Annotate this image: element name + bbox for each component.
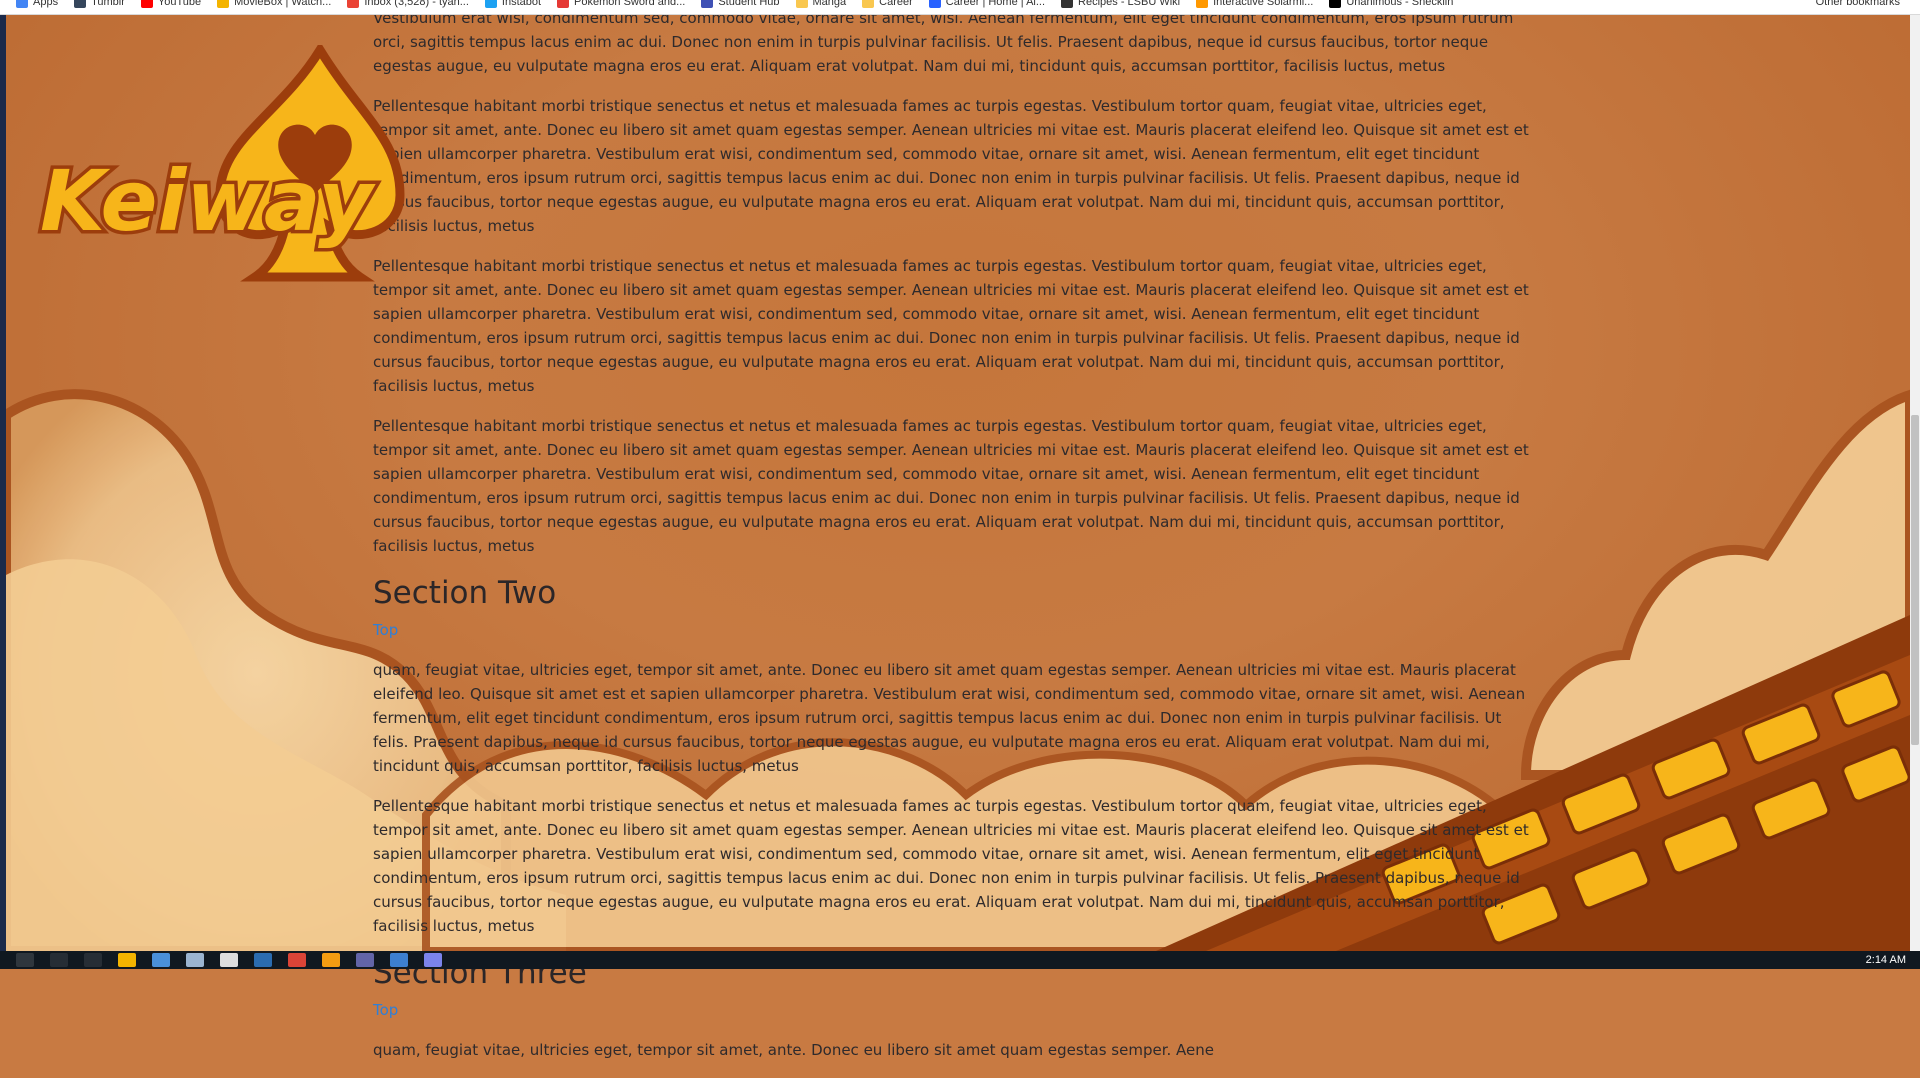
bookmark-item[interactable]: Recipes - LSBU Wiki (1061, 0, 1180, 9)
app-icon[interactable] (424, 953, 442, 967)
bookmark-icon (74, 0, 87, 8)
bookmark-icon (1196, 0, 1209, 8)
bookmark-label: Interactive Solarmi... (1213, 0, 1314, 8)
logo-art: Keiway (37, 41, 405, 282)
store-icon[interactable] (152, 953, 170, 967)
bookmark-item[interactable]: YouTube (140, 0, 202, 9)
file-explorer-icon[interactable] (118, 953, 136, 967)
task-view-icon[interactable] (84, 953, 102, 967)
bookmark-item[interactable]: Inbox (3,528) - tyah... (347, 0, 469, 9)
other-bookmarks[interactable]: Other bookmarks (1816, 0, 1900, 9)
bookmark-label: Instabot (501, 0, 542, 8)
bookmark-label: Career (879, 0, 913, 8)
app-icon[interactable] (322, 953, 340, 967)
bookmark-icon (217, 0, 230, 8)
paragraph: Pellentesque habitant morbi tristique se… (373, 797, 1529, 935)
bookmark-item[interactable]: Student Hub (701, 0, 780, 9)
bookmark-label: Manga (812, 0, 847, 8)
bookmark-item[interactable]: MovieBox | Watch... (217, 0, 331, 9)
paragraph: quam, feugiat vitae, ultricies eget, tem… (373, 661, 1526, 775)
bookmark-item[interactable]: Pokémon Sword and... (557, 0, 685, 9)
clock[interactable]: 2:14 AM (1866, 954, 1906, 966)
bookmark-label: MovieBox | Watch... (234, 0, 332, 8)
paragraph: Pellentesque habitant morbi tristique se… (373, 417, 1529, 555)
bookmark-item[interactable]: Interactive Solarmi... (1196, 0, 1313, 9)
section-two-heading: Section Two (373, 575, 557, 611)
bookmark-label: Tumblr (91, 0, 125, 8)
bookmark-icon (140, 0, 153, 8)
bookmark-item[interactable]: Career | Home | Al... (928, 0, 1046, 9)
vs-code-icon[interactable] (254, 953, 272, 967)
section-three-top-link[interactable]: Top (373, 998, 1533, 1022)
taskbar: 2:14 AM (0, 951, 1920, 969)
main-content: Vestibulum erat wisi, condimentum sed, c… (373, 0, 1533, 1078)
bookmark-label: Career | Home | Al... (945, 0, 1046, 8)
bookmark-icon (928, 0, 941, 8)
bookmark-icon (701, 0, 714, 8)
bookmark-icon (795, 0, 808, 8)
bookmark-icon (484, 0, 497, 8)
start-icon[interactable] (16, 953, 34, 967)
bookmark-label: Pokémon Sword and... (574, 0, 686, 8)
bookmark-label: Student Hub (718, 0, 780, 8)
bookmarks-bar: Apps Tumblr YouTube MovieBox | Watch... Inbo… (0, 0, 1920, 15)
bookmark-icon (862, 0, 875, 8)
bookmark-icon (557, 0, 570, 8)
teams-icon[interactable] (356, 953, 374, 967)
bookmark-item[interactable]: Tumblr (74, 0, 125, 9)
paragraph: quam, feugiat vitae, ultricies eget, tem… (373, 1041, 1214, 1059)
app-icon[interactable] (390, 953, 408, 967)
scrollbar-thumb[interactable] (1911, 415, 1919, 745)
bookmark-label: Apps (33, 0, 59, 8)
search-icon[interactable] (50, 953, 68, 967)
bookmark-item[interactable]: Apps (16, 0, 58, 9)
logo-text: Keiway (40, 152, 376, 250)
bookmark-icon (16, 0, 28, 8)
paragraph: Pellentesque habitant morbi tristique se… (373, 257, 1529, 395)
document-icon[interactable] (220, 953, 238, 967)
bookmark-item[interactable]: Manga (795, 0, 847, 9)
page-scrollbar[interactable] (1910, 15, 1920, 951)
bookmark-label: Inbox (3,528) - tyah... (364, 0, 469, 8)
site-logo[interactable]: Keiway (30, 41, 420, 285)
app-icon[interactable] (186, 953, 204, 967)
bookmark-item[interactable]: Unanimous - Shecklin (1329, 0, 1453, 9)
bookmark-icon (1329, 0, 1342, 8)
bookmark-label: YouTube (157, 0, 202, 8)
paragraph: Vestibulum erat wisi, condimentum sed, c… (373, 9, 1514, 75)
bookmark-label: Recipes - LSBU Wiki (1078, 0, 1181, 8)
bookmark-label: Unanimous - Shecklin (1346, 0, 1454, 8)
paragraph: Pellentesque habitant morbi tristique se… (373, 97, 1529, 235)
bookmark-icon (347, 0, 360, 8)
bookmark-item[interactable]: Instabot (484, 0, 542, 9)
section-two-top-link[interactable]: Top (373, 618, 1533, 642)
bookmark-icon (1061, 0, 1074, 8)
bookmark-item[interactable]: Career (862, 0, 913, 9)
chrome-icon[interactable] (288, 953, 306, 967)
